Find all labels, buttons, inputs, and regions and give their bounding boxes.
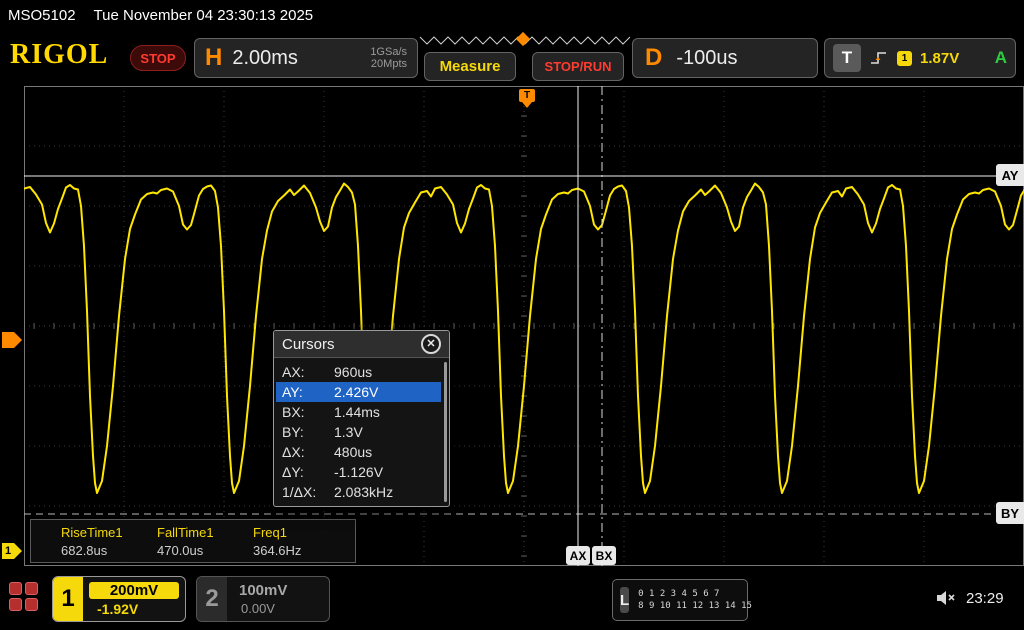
- trigger-level-marker[interactable]: [2, 332, 14, 348]
- cursor-row-value: 960us: [334, 364, 372, 380]
- datetime: Tue November 04 23:30:13 2025: [94, 7, 314, 24]
- trigger-slope-icon: [869, 48, 889, 68]
- channel2-number: 2: [197, 577, 227, 621]
- cursor-ax-badge[interactable]: AX: [566, 546, 590, 565]
- measurement-value: 364.6Hz: [253, 543, 349, 558]
- channel2-scale: 100mV: [233, 582, 323, 599]
- measurement-freq: Freq1 364.6Hz: [253, 525, 349, 562]
- measurement-value: 470.0us: [157, 543, 253, 558]
- channel1-button[interactable]: 1 200mV -1.92V: [52, 576, 186, 622]
- d-label: D: [645, 44, 662, 72]
- trigger-settings-button[interactable]: T 1 1.87V A: [824, 38, 1016, 78]
- cursor-row-label: ΔX:: [282, 444, 334, 460]
- logic-row-8-15: 8 9 10 11 12 13 14 15: [638, 600, 752, 612]
- model-name: MSO5102: [8, 7, 76, 24]
- memory-depth: 20Mpts: [371, 58, 407, 70]
- acquisition-status-badge: STOP: [130, 45, 186, 71]
- cursor-ay-badge[interactable]: AY: [996, 164, 1024, 186]
- cursor-row-value: 1.44ms: [334, 404, 380, 420]
- measurement-name: Freq1: [253, 525, 349, 540]
- cursor-row-ay[interactable]: AY: 2.426V: [276, 382, 441, 402]
- cursor-row-value: 2.083kHz: [334, 484, 393, 500]
- channel2-button[interactable]: 2 100mV 0.00V: [196, 576, 330, 622]
- trigger-level-value: 1.87V: [920, 50, 959, 67]
- channel-menu-icon[interactable]: [9, 582, 40, 613]
- cursor-row-label: BX:: [282, 404, 334, 420]
- cursors-dialog-titlebar[interactable]: Cursors ✕: [274, 331, 449, 358]
- logic-channels-button[interactable]: L 0 1 2 3 4 5 6 7 8 9 10 11 12 13 14 15: [612, 579, 748, 621]
- measurement-name: RiseTime1: [61, 525, 157, 540]
- trigger-mode-auto: A: [995, 48, 1007, 68]
- timebase-scale: 2.00ms: [232, 47, 298, 70]
- channel1-values: 200mV -1.92V: [83, 577, 185, 621]
- channel1-scale: 200mV: [89, 582, 179, 599]
- cursor-row-bx[interactable]: BX: 1.44ms: [276, 402, 441, 422]
- cursor-row-value: 1.3V: [334, 424, 363, 440]
- delay-offset: -100us: [676, 47, 737, 70]
- cursor-readouts: AX: 960us AY: 2.426V BX: 1.44ms BY: 1.3V…: [274, 358, 449, 502]
- cursor-row-ax[interactable]: AX: 960us: [276, 362, 441, 382]
- measurement-risetime: RiseTime1 682.8us: [61, 525, 157, 562]
- cursor-row-label: 1/ΔX:: [282, 484, 334, 500]
- measurement-falltime: FallTime1 470.0us: [157, 525, 253, 562]
- measurement-name: FallTime1: [157, 525, 253, 540]
- plot-area: [24, 86, 1024, 566]
- logic-channel-numbers: 0 1 2 3 4 5 6 7 8 9 10 11 12 13 14 15: [638, 588, 752, 612]
- toolbar: RIGOL STOP H 2.00ms 1GSa/s 20Mpts Measur…: [0, 30, 1024, 86]
- stop-run-button[interactable]: STOP/RUN: [532, 52, 624, 81]
- channel1-number: 1: [53, 577, 83, 621]
- delay-settings-button[interactable]: D -100us: [632, 38, 818, 78]
- channel2-offset: 0.00V: [233, 601, 323, 616]
- channel1-offset: -1.92V: [89, 601, 179, 617]
- oscilloscope-screen: MSO5102 Tue November 04 23:30:13 2025 RI…: [0, 0, 1024, 630]
- cursors-dialog: Cursors ✕ AX: 960us AY: 2.426V BX: 1.44m…: [273, 330, 450, 507]
- measurements-panel: RiseTime1 682.8us FallTime1 470.0us Freq…: [30, 519, 356, 563]
- close-icon[interactable]: ✕: [421, 334, 441, 354]
- sample-rate: 1GSa/s: [370, 46, 407, 58]
- measure-button[interactable]: Measure: [424, 52, 516, 81]
- measurement-value: 682.8us: [61, 543, 157, 558]
- cursor-row-by[interactable]: BY: 1.3V: [276, 422, 441, 442]
- cursor-row-value: 480us: [334, 444, 372, 460]
- horizontal-settings-button[interactable]: H 2.00ms 1GSa/s 20Mpts: [194, 38, 418, 78]
- cursor-row-dx[interactable]: ΔX: 480us: [276, 442, 441, 462]
- trigger-source-chip: 1: [897, 51, 912, 66]
- rigol-logo: RIGOL: [10, 39, 108, 71]
- cursors-dialog-title: Cursors: [282, 336, 335, 353]
- trigger-position-marker[interactable]: T: [519, 89, 535, 102]
- graticule: [24, 86, 1024, 566]
- clock: 23:29: [966, 590, 1004, 607]
- grid-lines: [24, 86, 1024, 566]
- logic-label: L: [620, 587, 629, 613]
- cursor-row-dy[interactable]: ΔY: -1.126V: [276, 462, 441, 482]
- h-label: H: [205, 44, 222, 72]
- cursor-by-badge[interactable]: BY: [996, 502, 1024, 524]
- cursor-row-label: AX:: [282, 364, 334, 380]
- waveform-position-strip[interactable]: [418, 33, 632, 49]
- cursor-row-label: ΔY:: [282, 464, 334, 480]
- sample-rate-memory: 1GSa/s 20Mpts: [370, 46, 407, 70]
- dialog-scrollbar[interactable]: [444, 362, 447, 502]
- channel2-values: 100mV 0.00V: [227, 577, 329, 621]
- speaker-mute-icon[interactable]: [936, 589, 958, 612]
- logic-row-0-7: 0 1 2 3 4 5 6 7: [638, 588, 752, 600]
- top-status-bar: MSO5102 Tue November 04 23:30:13 2025: [0, 0, 1024, 30]
- cursor-row-value: 2.426V: [334, 384, 378, 400]
- cursor-row-value: -1.126V: [334, 464, 383, 480]
- cursor-bx-badge[interactable]: BX: [592, 546, 616, 565]
- cursor-row-label: AY:: [282, 384, 334, 400]
- t-label: T: [833, 44, 861, 72]
- cursor-row-inv-dx[interactable]: 1/ΔX: 2.083kHz: [276, 482, 441, 502]
- cursor-row-label: BY:: [282, 424, 334, 440]
- channel1-offset-marker[interactable]: 1: [2, 543, 14, 559]
